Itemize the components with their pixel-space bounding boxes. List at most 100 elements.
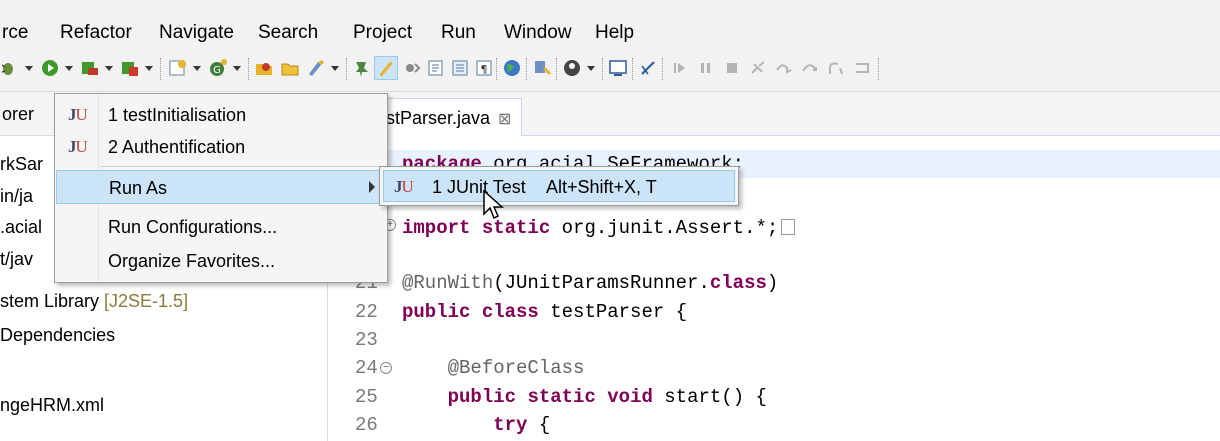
toolbar-separator xyxy=(526,58,527,80)
editor-tab-testparser[interactable]: stParser.java ⊠ xyxy=(375,98,523,136)
step-over-icon[interactable] xyxy=(800,58,820,78)
menu-item-junit-test[interactable]: JU 1 JUnit Test Alt+Shift+X, T xyxy=(383,170,735,202)
external-tools-icon[interactable] xyxy=(120,58,140,78)
svg-text:G: G xyxy=(213,65,221,76)
menu-search[interactable]: Search xyxy=(258,21,318,45)
menu-navigate[interactable]: Navigate xyxy=(159,21,234,45)
globe-icon[interactable] xyxy=(502,58,522,78)
toolbar-separator xyxy=(602,58,603,80)
menu-refactor[interactable]: Refactor xyxy=(60,21,132,45)
servers-icon[interactable] xyxy=(532,58,552,78)
block-selection-icon[interactable] xyxy=(450,58,470,78)
suspend-icon[interactable] xyxy=(696,58,716,78)
menu-bar: rce Refactor Navigate Search Project Run… xyxy=(0,0,1220,46)
new-wizard-icon[interactable] xyxy=(168,58,188,78)
chevron-down-icon[interactable] xyxy=(144,58,154,78)
tree-item-project[interactable]: rkSar xyxy=(0,153,43,175)
highlight-icon[interactable] xyxy=(374,56,398,80)
editor-tab-label: stParser.java xyxy=(386,108,491,128)
show-whitespace-icon[interactable]: ¶ xyxy=(474,58,494,78)
pin-icon[interactable] xyxy=(352,58,372,78)
menu-item-label: 1 JUnit Test xyxy=(432,177,526,197)
search-icon[interactable] xyxy=(306,58,326,78)
tree-item-src-main[interactable]: in/ja xyxy=(0,185,33,207)
menu-item-label: 1 testInitialisation xyxy=(108,105,247,125)
open-type-icon[interactable] xyxy=(254,58,274,78)
jre-version-label: [J2SE-1.5] xyxy=(104,291,189,311)
code-line-import: import static org.junit.Assert.*; xyxy=(402,214,796,242)
remove-icon[interactable] xyxy=(638,58,658,78)
junit-icon: JU xyxy=(68,137,88,156)
skip-all-breakpoints-icon[interactable] xyxy=(402,58,422,78)
collapsed-imports-icon[interactable] xyxy=(781,219,796,235)
step-return-icon[interactable] xyxy=(826,58,846,78)
disconnect-icon[interactable] xyxy=(748,58,768,78)
menu-item-recent-run-2[interactable]: JU 2 Authentification xyxy=(56,130,386,164)
fold-collapse-icon[interactable]: − xyxy=(380,362,392,374)
code-line-beforeclass: @BeforeClass xyxy=(402,357,585,379)
menu-item-run-as[interactable]: Run As xyxy=(56,170,386,204)
line-number: 23 xyxy=(355,329,378,351)
chevron-down-icon[interactable] xyxy=(232,58,242,78)
junit-icon: JU xyxy=(394,177,414,196)
menu-item-label: Run Configurations... xyxy=(108,217,278,237)
menu-window[interactable]: Window xyxy=(504,21,572,45)
resume-icon[interactable] xyxy=(670,58,690,78)
menu-item-organize-favorites[interactable]: Organize Favorites... xyxy=(56,244,386,278)
menu-source[interactable]: rce xyxy=(2,21,28,45)
menu-item-recent-run-1[interactable]: JU 1 testInitialisation xyxy=(56,98,386,132)
toolbar-separator xyxy=(556,58,557,80)
menu-item-label: 2 Authentification xyxy=(108,137,246,157)
chevron-down-icon[interactable] xyxy=(192,58,202,78)
toolbar-separator xyxy=(878,58,879,80)
code-line-class-decl: public class testParser { xyxy=(402,301,688,323)
chevron-down-icon[interactable] xyxy=(586,58,596,78)
line-number: 25 xyxy=(355,386,378,408)
line-number: 24 xyxy=(355,357,378,379)
chevron-down-icon[interactable] xyxy=(24,58,34,78)
toolbar-separator xyxy=(248,58,249,80)
toolbar-separator xyxy=(346,58,347,80)
run-as-submenu: JU 1 JUnit Test Alt+Shift+X, T xyxy=(379,166,739,206)
tree-item-package[interactable]: .acial xyxy=(0,216,42,238)
close-icon[interactable]: ⊠ xyxy=(498,111,511,128)
tree-item-xml-file[interactable]: ngeHRM.xml xyxy=(0,394,104,416)
code-line-try: try { xyxy=(493,414,551,436)
chevron-down-icon[interactable] xyxy=(330,58,340,78)
keyboard-shortcut: Alt+Shift+X, T xyxy=(546,177,657,197)
tree-item-jre-library[interactable]: stem Library [J2SE-1.5] xyxy=(0,290,188,312)
new-class-icon[interactable]: G xyxy=(208,58,228,78)
line-number: 26 xyxy=(355,414,378,436)
code-line-runwith: @RunWith(JUnitParamsRunner.class) xyxy=(402,272,779,294)
run-icon[interactable] xyxy=(40,58,60,78)
package-explorer-tab-label: orer xyxy=(2,104,35,124)
toolbar-separator xyxy=(662,58,663,80)
line-number: 22 xyxy=(355,301,378,323)
run-dropdown-menu: JU 1 testInitialisation JU 2 Authentific… xyxy=(54,93,388,283)
menu-item-label: Organize Favorites... xyxy=(108,251,276,271)
chevron-down-icon[interactable] xyxy=(104,58,114,78)
junit-icon: JU xyxy=(68,105,88,124)
drop-to-frame-icon[interactable] xyxy=(852,58,872,78)
toolbar: G ¶ xyxy=(0,46,1220,92)
menu-item-label: Run As xyxy=(109,178,168,198)
toggle-mark-occurrences-icon[interactable] xyxy=(426,58,446,78)
menu-item-run-configurations[interactable]: Run Configurations... xyxy=(56,210,386,244)
console-icon[interactable] xyxy=(608,58,628,78)
mouse-cursor-icon xyxy=(482,189,504,220)
submenu-arrow-icon xyxy=(369,181,375,193)
terminate-icon[interactable] xyxy=(722,58,742,78)
remote-icon[interactable] xyxy=(562,58,582,78)
menu-help[interactable]: Help xyxy=(595,21,634,45)
toolbar-separator xyxy=(496,58,497,80)
svg-text:¶: ¶ xyxy=(481,63,488,76)
chevron-down-icon[interactable] xyxy=(64,58,74,78)
open-folder-icon[interactable] xyxy=(280,58,300,78)
tree-item-maven-dependencies[interactable]: Dependencies xyxy=(0,324,115,346)
menu-run[interactable]: Run xyxy=(441,21,476,45)
step-into-icon[interactable] xyxy=(774,58,794,78)
coverage-icon[interactable] xyxy=(80,58,100,78)
debug-icon[interactable] xyxy=(1,58,16,78)
tree-item-src-test[interactable]: t/jav xyxy=(0,248,33,270)
menu-project[interactable]: Project xyxy=(353,21,412,45)
